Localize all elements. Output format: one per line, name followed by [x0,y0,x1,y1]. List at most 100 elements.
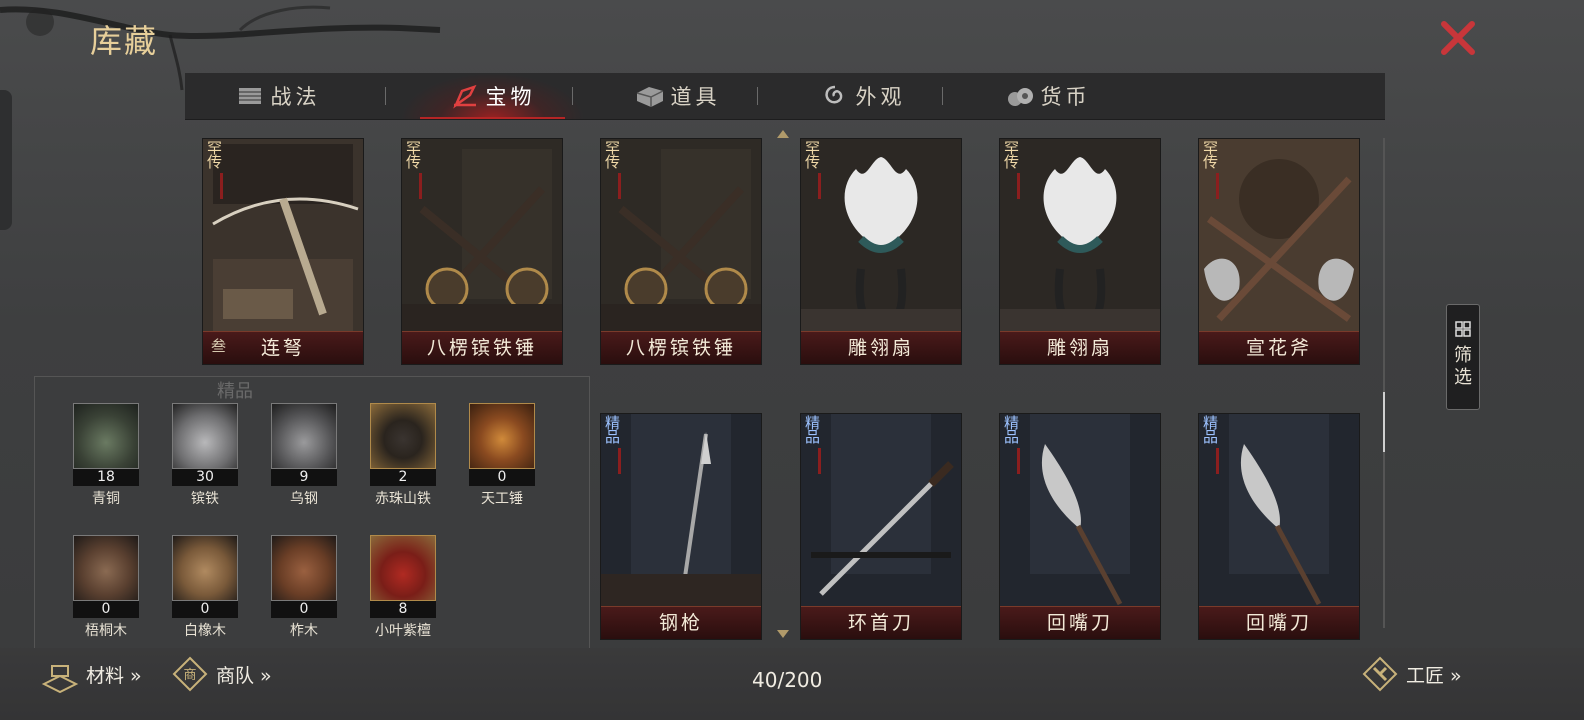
rarity-tag: 精品 [1004,414,1020,446]
material-name: 青铜 [92,491,120,507]
tassel-icon [1017,448,1020,474]
caravan-icon: 商 [172,656,208,692]
tab-items[interactable]: 道具 [585,73,770,119]
material-item[interactable]: 0 天工锤 [469,403,537,508]
tassel-icon [818,173,821,199]
tassel-icon [618,173,621,199]
steel-ingot-icon [271,403,337,469]
rosewood-icon [370,535,436,601]
page-title: 库藏 [90,22,159,60]
tassel-icon [818,448,821,474]
svg-text:商: 商 [183,668,196,683]
rarity-tag: 精品 [605,414,621,446]
materials-button[interactable]: 材料 » [40,654,142,694]
tab-divider [572,87,573,105]
material-name: 小叶紫檀 [375,623,431,639]
tassel-icon [1017,173,1020,199]
wood-logs-icon [271,535,337,601]
treasure-card[interactable]: 罕传 八楞镔铁锤 [600,138,762,365]
material-count: 30 [172,468,238,486]
tab-appearance[interactable]: 外观 [770,73,955,119]
materials-label: 材料 » [86,664,142,687]
rarity-tag: 罕传 [805,139,821,171]
rarity-tag: 罕传 [406,139,422,171]
material-item[interactable]: 8 小叶紫檀 [370,535,438,640]
materials-popup: 精品 18 青铜 30 镔铁 9 乌钢 2 赤珠山铁 0 天工锤 0 梧桐木 0… [34,376,590,668]
scroll-up-caret-icon[interactable] [777,130,789,138]
rarity-tag: 精品 [805,414,821,446]
scrollbar-track[interactable] [1383,138,1385,628]
material-count: 8 [370,600,436,618]
treasure-card[interactable]: 精品 回嘴刀 [1198,413,1360,640]
tab-label: 外观 [855,85,906,109]
tassel-icon [618,448,621,474]
treasure-card[interactable]: 精品 环首刀 [800,413,962,640]
material-count: 0 [172,600,238,618]
treasure-card[interactable]: 精品 回嘴刀 [999,413,1161,640]
tab-divider [942,87,943,105]
caravan-label: 商队 » [216,664,272,687]
treasure-card[interactable]: 精品 钢枪 [600,413,762,640]
rarity-tag: 罕传 [1004,139,1020,171]
material-item[interactable]: 0 梧桐木 [73,535,141,640]
category-tab-bar: 战法 宝物 道具 外观 货币 [185,73,1385,120]
chest-icon [636,87,663,107]
wood-logs-icon [172,535,238,601]
material-item[interactable]: 0 白橡木 [172,535,240,640]
wood-logs-icon [73,535,139,601]
treasure-name: 连弩 [203,331,363,364]
treasure-name: 雕翎扇 [801,331,961,364]
craftsman-button[interactable]: 工匠 » [1360,654,1462,694]
storage-capacity: 40/200 [752,668,823,692]
tassel-icon [1216,173,1219,199]
side-drawer-handle[interactable] [0,90,12,230]
treasure-card[interactable]: 罕传 雕翎扇 [999,138,1161,365]
treasure-name: 钢枪 [601,606,761,639]
craftsman-icon [1362,656,1398,692]
material-item[interactable]: 18 青铜 [73,403,141,508]
tab-label: 货币 [1040,85,1091,109]
red-iron-ore-icon [370,403,436,469]
material-name: 白橡木 [184,623,226,639]
treasure-card[interactable]: 罕传 八楞镔铁锤 [401,138,563,365]
tab-label: 宝物 [485,85,536,109]
grid-filter-icon [1455,321,1471,337]
caravan-button[interactable]: 商 商队 » [170,654,272,694]
material-count: 0 [73,600,139,618]
material-count: 2 [370,468,436,486]
treasure-card[interactable]: 罕传 连弩 叁 [202,138,364,365]
tab-treasure[interactable]: 宝物 [400,73,585,119]
tassel-icon [220,173,223,199]
treasure-name: 雕翎扇 [1000,331,1160,364]
tab-divider [385,87,386,105]
material-count: 0 [469,468,535,486]
scroll-down-caret-icon[interactable] [777,630,789,638]
tab-tactics[interactable]: 战法 [185,73,370,119]
rarity-tag: 罕传 [207,139,223,171]
close-icon[interactable] [1436,16,1480,60]
rarity-tag: 精品 [1203,414,1219,446]
iron-ingot-icon [172,403,238,469]
filter-label: 筛选 [1454,345,1472,388]
filter-button[interactable]: 筛选 [1446,304,1480,410]
treasure-name: 回嘴刀 [1000,606,1160,639]
materials-icon [41,665,79,694]
material-count: 9 [271,468,337,486]
treasure-card[interactable]: 罕传 宣花斧 [1198,138,1360,365]
scroll-bundle-icon [238,88,261,104]
material-item[interactable]: 2 赤珠山铁 [370,403,438,508]
coin-bag-icon [1007,88,1033,106]
treasure-name: 宣花斧 [1199,331,1359,364]
scrollbar-thumb[interactable] [1383,392,1385,452]
treasure-name: 八楞镔铁锤 [601,331,761,364]
treasure-card[interactable]: 罕传 雕翎扇 [800,138,962,365]
material-count: 0 [271,600,337,618]
material-count: 18 [73,468,139,486]
tab-label: 道具 [670,85,721,109]
craftsman-label: 工匠 » [1406,664,1462,687]
material-item[interactable]: 9 乌钢 [271,403,339,508]
tassel-icon [419,173,422,199]
tab-currency[interactable]: 货币 [955,73,1140,119]
material-item[interactable]: 0 柞木 [271,535,339,640]
material-item[interactable]: 30 镔铁 [172,403,240,508]
